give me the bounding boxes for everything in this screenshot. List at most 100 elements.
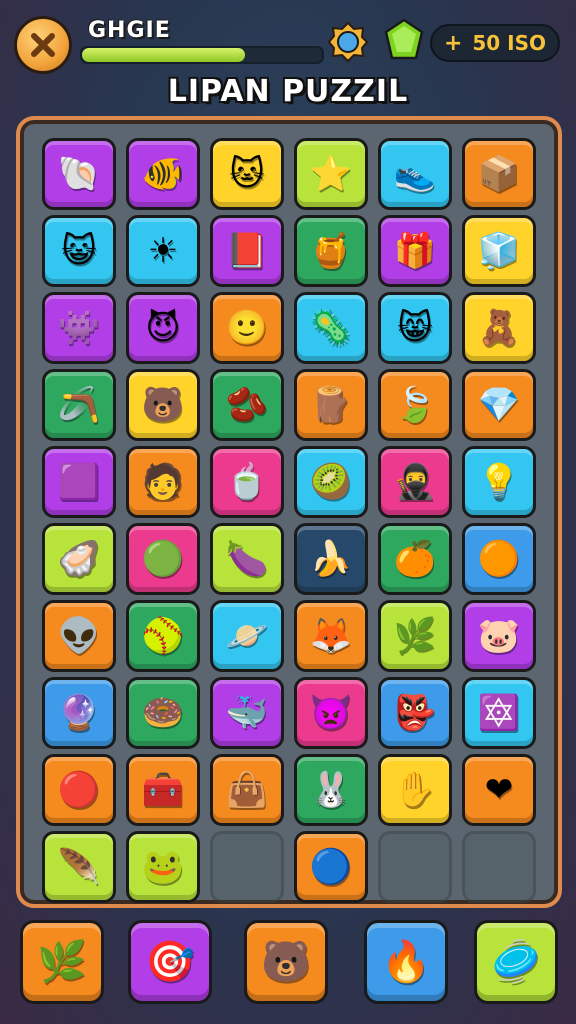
tile[interactable]: 👽 — [42, 600, 116, 672]
tile[interactable]: 🐸 — [126, 831, 200, 903]
tile[interactable]: 👟 — [378, 138, 452, 210]
tile[interactable]: 😈 — [126, 292, 200, 364]
tile[interactable]: 🐠 — [126, 138, 200, 210]
boomerang-icon: 🪃 — [57, 385, 101, 425]
tile[interactable]: 🟪 — [42, 446, 116, 518]
pink-figure-icon: 🧸 — [477, 308, 521, 348]
smiley-face-icon: 🙂 — [225, 308, 269, 348]
powerup-bar: 🌿 🎯 🐻 🔥 🥏 — [0, 912, 576, 1024]
tile[interactable]: ⭐ — [294, 138, 368, 210]
green-slime-icon: 🦠 — [309, 308, 353, 348]
tile[interactable]: 💎 — [462, 369, 536, 441]
tile[interactable]: 🍵 — [210, 446, 284, 518]
empty-tile — [210, 831, 284, 903]
close-icon — [31, 33, 55, 57]
tile[interactable]: ❤ — [462, 754, 536, 826]
blue-shoe-icon: 👟 — [393, 154, 437, 194]
eggplant-icon: 🍆 — [225, 539, 269, 579]
tile[interactable]: 🐳 — [210, 677, 284, 749]
tile[interactable]: 🪃 — [42, 369, 116, 441]
tile[interactable]: 🎁 — [378, 215, 452, 287]
tile[interactable]: 🐚 — [42, 138, 116, 210]
purple-bag-icon: 👜 — [225, 770, 269, 810]
tile[interactable]: 🦠 — [294, 292, 368, 364]
tile[interactable]: 🥷 — [378, 446, 452, 518]
tile[interactable]: 🧑 — [126, 446, 200, 518]
tile[interactable]: 🪐 — [210, 600, 284, 672]
tile[interactable]: 🧊 — [462, 215, 536, 287]
powerup-button[interactable]: 🥏 — [474, 920, 558, 1004]
tile[interactable]: 🦪 — [42, 523, 116, 595]
tile[interactable]: ☀ — [126, 215, 200, 287]
book-icon: 📕 — [225, 231, 269, 271]
gift-box-icon: 🎁 — [393, 231, 437, 271]
tile[interactable]: 🥝 — [294, 446, 368, 518]
feather-icon: 🪶 — [57, 847, 101, 887]
tile[interactable]: 🐱 — [210, 138, 284, 210]
powerup-button[interactable]: 🔥 — [364, 920, 448, 1004]
tile[interactable]: 📕 — [210, 215, 284, 287]
green-disc-icon: 🥏 — [491, 939, 541, 985]
sun-icon: ☀ — [147, 231, 179, 271]
tile[interactable]: 💡 — [462, 446, 536, 518]
tile[interactable]: 🪶 — [42, 831, 116, 903]
powerup-button[interactable]: 🎯 — [128, 920, 212, 1004]
tile[interactable]: 🔴 — [42, 754, 116, 826]
close-button[interactable] — [14, 16, 72, 74]
tile[interactable]: 👺 — [378, 677, 452, 749]
purple-alien-icon: 👽 — [57, 616, 101, 656]
tile[interactable]: 😸 — [378, 292, 452, 364]
tile[interactable]: 👜 — [210, 754, 284, 826]
white-cat-icon: 🐱 — [229, 154, 265, 194]
green-goblin-icon: 👺 — [393, 693, 437, 733]
tile[interactable]: 🍃 — [378, 369, 452, 441]
tile[interactable]: 🍩 — [126, 677, 200, 749]
tile[interactable]: 📦 — [462, 138, 536, 210]
tile[interactable]: 🔵 — [294, 831, 368, 903]
tile[interactable]: 🟠 — [462, 523, 536, 595]
tile[interactable]: 🍌 — [294, 523, 368, 595]
tile[interactable]: 🦊 — [294, 600, 368, 672]
purple-rune-icon: 🔯 — [477, 693, 521, 733]
plus-icon[interactable]: + — [444, 31, 462, 56]
tile[interactable]: 🔮 — [42, 677, 116, 749]
tile[interactable]: 🥎 — [126, 600, 200, 672]
green-bean-icon: 🫘 — [225, 385, 269, 425]
tile[interactable]: 🐷 — [462, 600, 536, 672]
tile[interactable]: 🍊 — [378, 523, 452, 595]
tile[interactable]: 👾 — [42, 292, 116, 364]
tile[interactable]: 🧸 — [462, 292, 536, 364]
tile[interactable]: 🍯 — [294, 215, 368, 287]
tile[interactable]: 🫘 — [210, 369, 284, 441]
empty-tile — [378, 831, 452, 903]
tile[interactable]: 🐰 — [294, 754, 368, 826]
blue-badge-icon[interactable] — [328, 22, 368, 62]
tile[interactable]: 👿 — [294, 677, 368, 749]
yellow-fish-icon: 🐠 — [141, 154, 185, 194]
powerup-button[interactable]: 🐻 — [244, 920, 328, 1004]
tile[interactable]: 🪵 — [294, 369, 368, 441]
tile[interactable]: 🟢 — [126, 523, 200, 595]
progress-bar — [80, 46, 324, 64]
purple-clam-icon: 🦪 — [57, 539, 101, 579]
tile[interactable]: 🐻 — [126, 369, 200, 441]
blue-ninja-icon: 🥷 — [393, 462, 437, 502]
powerup-button[interactable]: 🌿 — [20, 920, 104, 1004]
tile[interactable]: 😺 — [42, 215, 116, 287]
honey-pot-icon: 🍯 — [309, 231, 353, 271]
orange-critter-icon: 🦊 — [309, 616, 353, 656]
green-gem-icon[interactable] — [382, 18, 426, 62]
orange-bear-icon: 🐻 — [261, 939, 311, 985]
tile[interactable]: ✋ — [378, 754, 452, 826]
coin-counter[interactable]: + 50 ISO — [430, 24, 560, 62]
pink-monster-icon: 👾 — [57, 308, 101, 348]
tile[interactable]: 🧰 — [126, 754, 200, 826]
tile[interactable]: 🍆 — [210, 523, 284, 595]
wooden-fence-icon: 🪵 — [309, 385, 353, 425]
orange-ball-face-icon: 🟠 — [477, 539, 521, 579]
tile[interactable]: 🔯 — [462, 677, 536, 749]
lightbulb-icon: 💡 — [477, 462, 521, 502]
tile[interactable]: 🌿 — [378, 600, 452, 672]
tile[interactable]: 🙂 — [210, 292, 284, 364]
gem-cube-icon: 💎 — [477, 385, 521, 425]
